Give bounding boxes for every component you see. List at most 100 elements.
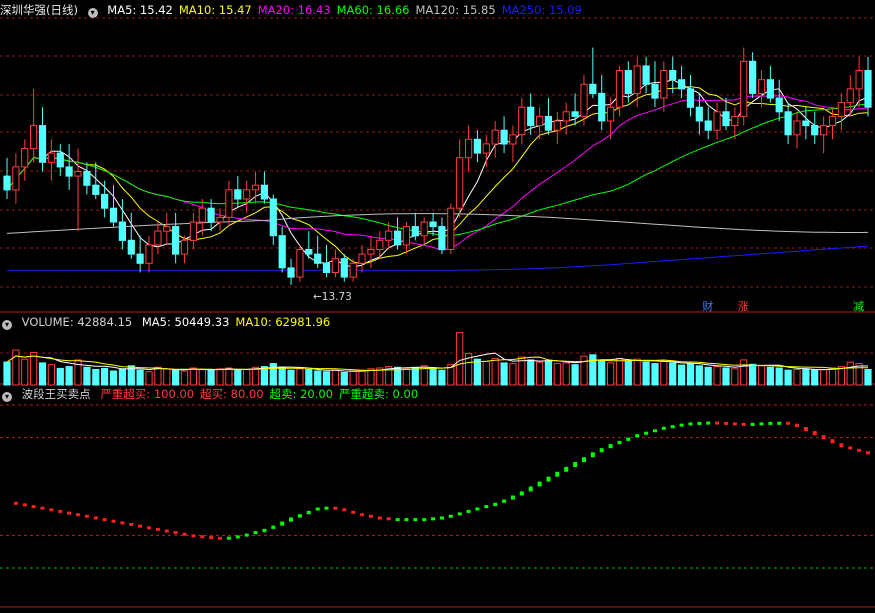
volume-bar [482, 360, 490, 386]
kline-chart[interactable]: ←13.73 财 涨 减 [0, 0, 875, 613]
candle-up [553, 120, 561, 131]
candle-down [598, 92, 606, 122]
indicator-fall-dot [155, 527, 160, 531]
indicator-fall-dot [22, 503, 27, 507]
volume-bar [402, 367, 410, 386]
candle-down [38, 125, 47, 163]
candle-up [465, 138, 473, 159]
candle-down [802, 120, 810, 127]
indicator-fall-dot [386, 517, 391, 521]
volume-bar [731, 368, 739, 386]
legend-item: 超卖: 20.00 [269, 387, 333, 401]
candle-down [207, 207, 215, 223]
event-marker: 涨 [738, 300, 749, 313]
legend-item: MA10: 15.47 [178, 3, 252, 17]
candle-up [820, 125, 828, 136]
indicator-fall-dot [848, 446, 853, 450]
candle-up [225, 189, 233, 218]
indicator-fall-dot [724, 421, 728, 425]
candle-down [172, 226, 180, 255]
indicator-rise-dot [235, 535, 240, 539]
volume-bar [207, 369, 215, 386]
event-markers: 财涨减 [702, 299, 864, 313]
volume-bar [243, 369, 251, 386]
indicator-rise-dot [573, 462, 578, 467]
candle-down [651, 83, 659, 99]
volume-bar [340, 372, 348, 386]
candle-up [660, 70, 668, 99]
volume-bar [287, 369, 295, 386]
ma60-line [6, 103, 869, 237]
indicator-rise-dot [546, 476, 551, 482]
ma10-line [6, 86, 869, 265]
candle-down [127, 239, 135, 255]
volume-bar [633, 358, 641, 386]
event-marker: 财 [702, 299, 713, 313]
candle-down [722, 111, 730, 127]
indicator-fall-dot [351, 510, 356, 514]
candle-up [536, 115, 544, 127]
candle-down [394, 230, 402, 246]
volume-bar [109, 370, 118, 386]
volume-bar [651, 363, 659, 386]
indicator-rise-dot [306, 510, 311, 515]
indicator-rise-dot [448, 514, 453, 518]
volume-bar [660, 360, 668, 386]
indicator-rise-dot [404, 518, 409, 522]
collapse-icon[interactable]: ▾ [87, 8, 98, 18]
indicator-title: 波段王买卖点 [21, 387, 91, 401]
candle-up [456, 157, 464, 209]
indicator-rise-dot [706, 421, 711, 425]
legend-item: 超买: 80.00 [200, 387, 264, 401]
indicator-rise-dot [670, 425, 675, 429]
volume-bar [607, 362, 615, 386]
legend-item: MA20: 16.43 [257, 3, 331, 17]
volume-bar [678, 364, 686, 386]
volume-value: VOLUME: 42884.15 [21, 315, 133, 329]
volume-bar [118, 368, 127, 386]
indicator-rise-dot [697, 421, 702, 425]
volume-bar [473, 358, 481, 386]
indicator-rise-dot [653, 429, 657, 433]
volume-bar [766, 366, 774, 386]
candle-down [269, 198, 277, 237]
collapse-icon[interactable]: ▾ [2, 392, 12, 402]
indicator-fall-dot [741, 422, 746, 426]
candle-down [527, 106, 535, 127]
indicator-fall-dot [732, 422, 737, 426]
candle-down [314, 253, 322, 264]
volume-bar [38, 362, 47, 386]
candle-down [678, 79, 686, 90]
volume-bar [367, 368, 375, 386]
candle-down [864, 70, 872, 108]
volume-bar [864, 369, 872, 386]
low-price-marker: ←13.73 [313, 291, 352, 303]
volume-bar [491, 357, 499, 386]
volume-bar [322, 371, 331, 386]
candle-up [163, 226, 171, 232]
candle-down [83, 171, 91, 186]
volume-bars [3, 332, 872, 386]
indicator-rise-dot [608, 444, 613, 449]
volume-bar [21, 358, 29, 386]
indicator-fall-dot [102, 518, 107, 522]
volume-bar [527, 359, 535, 386]
volume-bar [163, 368, 171, 386]
candle-down [109, 207, 118, 223]
volume-bar [846, 361, 854, 386]
indicator-fall-dot [866, 451, 870, 455]
candle-up [615, 70, 624, 108]
volume-bar [580, 355, 588, 386]
volume-bar [189, 367, 198, 386]
candle-down [411, 226, 419, 237]
volume-bar [456, 332, 464, 386]
collapse-icon[interactable]: ▾ [2, 320, 12, 330]
indicator-rise-dot [537, 481, 542, 487]
indicator-fall-dot [333, 506, 338, 510]
indicator-rise-dot [315, 507, 320, 511]
indicator-rise-dot [431, 517, 436, 521]
candle-up [491, 129, 499, 145]
volume-bar [695, 365, 703, 386]
candle-up [846, 88, 854, 104]
volume-bar [713, 366, 721, 386]
